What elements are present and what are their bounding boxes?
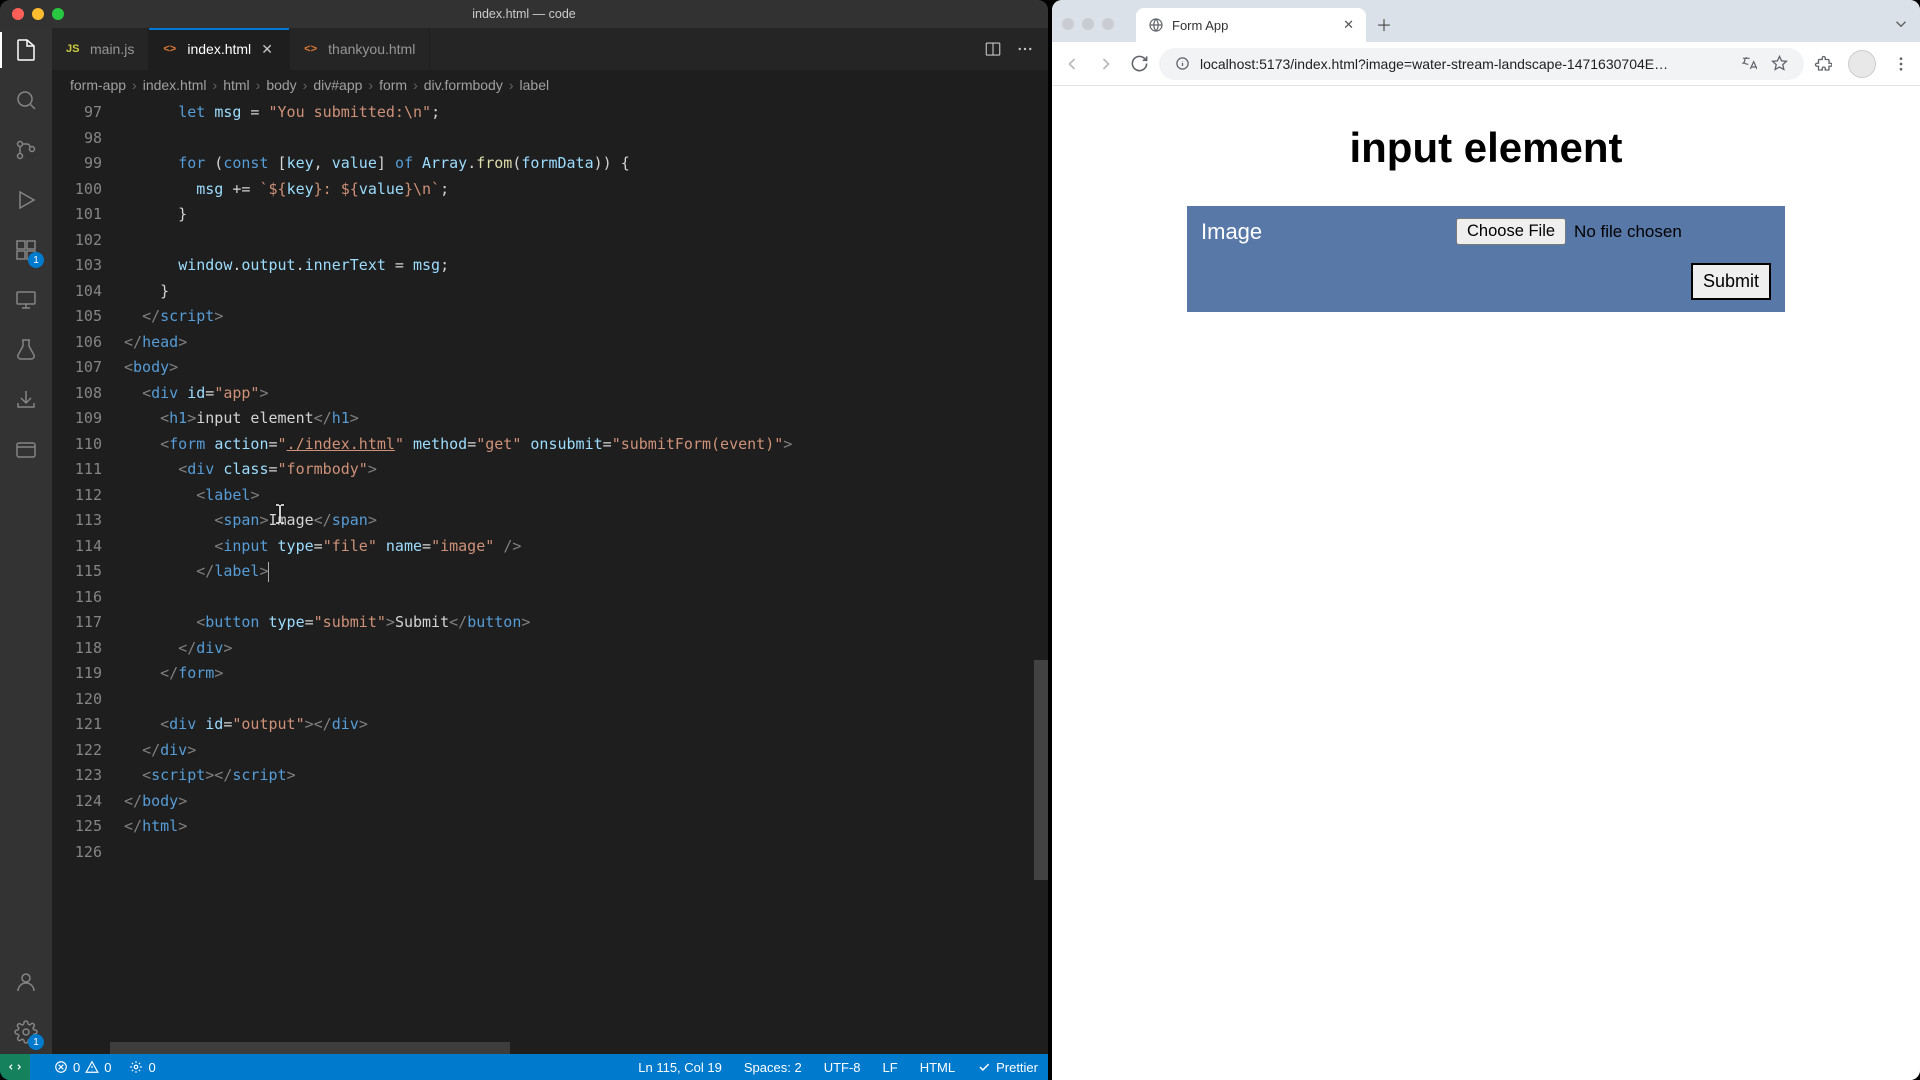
browser-tab-title: Form App <box>1172 18 1228 33</box>
status-formatter[interactable]: Prettier <box>977 1060 1038 1075</box>
status-bar: 0 0 0 Ln 115, Col 19 Spaces: 2 UTF-8 LF … <box>0 1054 1048 1080</box>
url-text: localhost:5173/index.html?image=water-st… <box>1200 56 1668 72</box>
breadcrumb-segment[interactable]: index.html <box>143 77 207 93</box>
form-label: Image <box>1201 219 1456 245</box>
code-editor[interactable]: 9798991001011021031041051061071081091101… <box>52 100 1048 1042</box>
split-editor-icon[interactable] <box>984 40 1002 58</box>
extensions-badge: 1 <box>28 252 44 268</box>
address-bar[interactable]: localhost:5173/index.html?image=water-st… <box>1159 48 1804 80</box>
submit-button[interactable]: Submit <box>1691 263 1771 300</box>
scrollbar-thumb[interactable] <box>1034 660 1048 880</box>
settings-gear-icon[interactable]: 1 <box>12 1018 40 1046</box>
html-file-icon: <> <box>163 41 179 57</box>
minimize-window-icon[interactable] <box>1082 18 1094 30</box>
breadcrumb[interactable]: form-app›index.html›html›body›div#app›fo… <box>52 70 1048 100</box>
editor-tab[interactable]: <> thankyou.html <box>290 28 430 70</box>
browser-tab-strip: Form App ✕ ＋ <box>1052 0 1920 42</box>
back-button-icon[interactable] <box>1062 54 1082 74</box>
explorer-icon[interactable] <box>12 36 40 64</box>
page-heading: input element <box>1084 124 1888 172</box>
more-actions-icon[interactable] <box>1016 40 1034 58</box>
maximize-window-icon[interactable] <box>1102 18 1114 30</box>
tabs-dropdown-icon[interactable] <box>1892 15 1910 33</box>
favicon-icon <box>1148 17 1164 33</box>
status-ports[interactable]: 0 <box>129 1060 155 1075</box>
reload-button-icon[interactable] <box>1130 54 1149 74</box>
status-eol[interactable]: LF <box>883 1060 898 1075</box>
activity-bar: 1 <box>0 28 52 1054</box>
extensions-puzzle-icon[interactable] <box>1814 55 1832 73</box>
tab-label: thankyou.html <box>328 41 415 57</box>
browser-menu-icon[interactable] <box>1892 55 1910 73</box>
tab-label: main.js <box>90 41 134 57</box>
translate-icon[interactable] <box>1741 55 1757 72</box>
vscode-window: index.html — code <box>0 0 1048 1080</box>
forward-button-icon[interactable] <box>1096 54 1116 74</box>
browser-window-controls <box>1062 18 1114 30</box>
html-file-icon: <> <box>304 41 320 57</box>
remote-indicator[interactable] <box>0 1054 30 1080</box>
new-tab-button[interactable]: ＋ <box>1370 10 1398 38</box>
close-window-icon[interactable] <box>1062 18 1074 30</box>
close-tab-icon[interactable]: ✕ <box>259 41 275 57</box>
js-file-icon: JS <box>66 41 82 57</box>
file-input[interactable]: Choose File No file chosen <box>1456 218 1682 245</box>
page-content: input element Image Choose File No file … <box>1052 86 1920 1080</box>
form-body: Image Choose File No file chosen Submit <box>1187 206 1785 312</box>
titlebar: index.html — code <box>0 0 1048 28</box>
project-icon[interactable] <box>12 436 40 464</box>
breadcrumb-segment[interactable]: body <box>266 77 296 93</box>
live-share-icon[interactable] <box>12 386 40 414</box>
accounts-icon[interactable] <box>12 968 40 996</box>
status-indent[interactable]: Spaces: 2 <box>744 1060 802 1075</box>
settings-badge: 1 <box>28 1034 44 1050</box>
breadcrumb-segment[interactable]: div#app <box>313 77 362 93</box>
bookmark-star-icon[interactable] <box>1771 55 1788 72</box>
status-problems[interactable]: 0 0 <box>54 1060 111 1075</box>
window-title: index.html — code <box>472 7 576 21</box>
choose-file-button[interactable]: Choose File <box>1456 218 1566 245</box>
status-encoding[interactable]: UTF-8 <box>824 1060 861 1075</box>
editor-tabs: JS main.js <> index.html ✕ <> thankyou.html <box>52 28 1048 70</box>
run-debug-icon[interactable] <box>12 186 40 214</box>
browser-window: Form App ✕ ＋ localhost:5173/index.html?i… <box>1052 0 1920 1080</box>
remote-explorer-icon[interactable] <box>12 286 40 314</box>
editor-tab[interactable]: JS main.js <box>52 28 149 70</box>
browser-tab[interactable]: Form App ✕ <box>1136 8 1366 42</box>
close-tab-icon[interactable]: ✕ <box>1343 17 1354 33</box>
source-control-icon[interactable] <box>12 136 40 164</box>
extensions-icon[interactable]: 1 <box>12 236 40 264</box>
status-cursor[interactable]: Ln 115, Col 19 <box>638 1060 722 1075</box>
window-controls <box>12 8 64 20</box>
status-language[interactable]: HTML <box>920 1060 955 1075</box>
close-window-icon[interactable] <box>12 8 24 20</box>
tab-label: index.html <box>187 41 251 57</box>
search-icon[interactable] <box>12 86 40 114</box>
editor-tab[interactable]: <> index.html ✕ <box>149 28 290 70</box>
horizontal-scrollbar[interactable] <box>52 1042 1048 1054</box>
file-status-text: No file chosen <box>1574 222 1682 242</box>
breadcrumb-segment[interactable]: form <box>379 77 407 93</box>
profile-avatar[interactable] <box>1848 50 1876 78</box>
breadcrumb-segment[interactable]: label <box>520 77 550 93</box>
testing-icon[interactable] <box>12 336 40 364</box>
maximize-window-icon[interactable] <box>52 8 64 20</box>
breadcrumb-segment[interactable]: form-app <box>70 77 126 93</box>
site-info-icon[interactable] <box>1175 56 1190 71</box>
browser-toolbar: localhost:5173/index.html?image=water-st… <box>1052 42 1920 86</box>
breadcrumb-segment[interactable]: html <box>223 77 249 93</box>
breadcrumb-segment[interactable]: div.formbody <box>424 77 503 93</box>
minimize-window-icon[interactable] <box>32 8 44 20</box>
